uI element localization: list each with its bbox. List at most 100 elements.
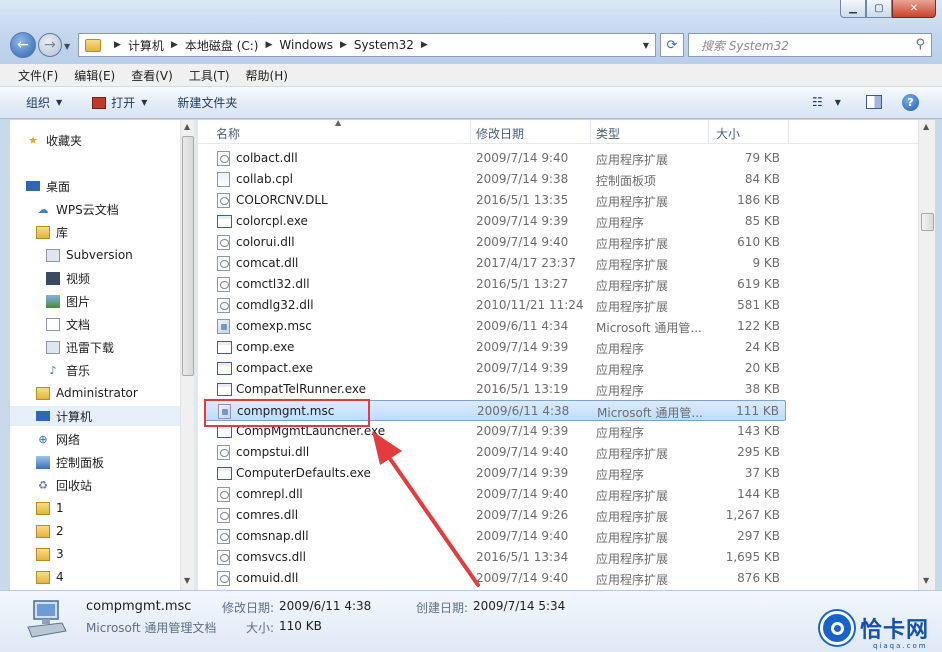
scroll-down-icon[interactable]: ▼ <box>184 576 190 585</box>
breadcrumb-system32[interactable]: System32 <box>354 38 414 52</box>
breadcrumb-computer[interactable]: 计算机 <box>128 37 164 54</box>
download-icon <box>46 340 60 354</box>
file-size: 24 KB <box>744 340 780 354</box>
file-row[interactable]: colbact.dll 2009/7/14 9:40 应用程序扩展 79 KB <box>204 148 786 169</box>
file-name: CompatTelRunner.exe <box>236 382 367 396</box>
open-button[interactable]: 打开 ▼ <box>92 94 147 111</box>
nav-item-wps-cloud[interactable]: ☁ WPS云文档 <box>36 199 119 219</box>
chevron-right-icon[interactable]: ▶ <box>421 40 428 50</box>
file-row[interactable]: comp.exe 2009/7/14 9:39 应用程序 24 KB <box>204 337 786 358</box>
nav-item-label: 桌面 <box>46 179 71 194</box>
file-row[interactable]: comsnap.dll 2009/7/14 9:40 应用程序扩展 297 KB <box>204 526 786 547</box>
scroll-up-icon[interactable]: ▲ <box>184 122 190 131</box>
chevron-right-icon[interactable]: ▶ <box>265 40 272 50</box>
nav-item-network[interactable]: ⊕ 网络 <box>36 429 80 449</box>
menu-edit[interactable]: 编辑(E) <box>66 67 123 84</box>
file-list-scrollbar[interactable]: ▲ ▼ <box>918 120 935 590</box>
library-folder-icon <box>46 248 60 262</box>
nav-item-folder-2[interactable]: 2 <box>36 521 64 541</box>
nav-item-folder-4[interactable]: 4 <box>36 567 64 587</box>
close-button[interactable]: ✕ <box>892 0 936 18</box>
forward-button[interactable]: → <box>38 33 62 57</box>
nav-item-libraries[interactable]: 库 <box>36 222 68 242</box>
nav-item-folder-1[interactable]: 1 <box>36 498 64 518</box>
column-header-name[interactable]: 名称 <box>216 125 240 142</box>
address-bar[interactable]: ▶ 计算机 ▶ 本地磁盘 (C:) ▶ Windows ▶ System32 ▶… <box>78 33 656 57</box>
file-row[interactable]: comexp.msc 2009/6/11 4:34 Microsoft 通用管...… <box>204 316 786 337</box>
breadcrumb-local-disk[interactable]: 本地磁盘 (C:) <box>185 37 259 54</box>
file-type: 应用程序 <box>596 468 645 482</box>
file-row[interactable]: comrepl.dll 2009/7/14 9:40 应用程序扩展 144 KB <box>204 484 786 505</box>
maximize-button[interactable]: ▢ <box>866 0 892 18</box>
scroll-down-icon[interactable]: ▼ <box>923 576 929 585</box>
file-row[interactable]: colorcpl.exe 2009/7/14 9:39 应用程序 85 KB <box>204 211 786 232</box>
chevron-right-icon[interactable]: ▶ <box>171 40 178 50</box>
chevron-down-icon: ▼ <box>56 98 63 107</box>
nav-item-pictures[interactable]: 图片 <box>46 291 90 311</box>
column-header-date[interactable]: 修改日期 <box>476 125 524 142</box>
nav-item-recycle-bin[interactable]: ♻ 回收站 <box>36 475 92 495</box>
file-row[interactable]: CompatTelRunner.exe 2016/5/1 13:19 应用程序 38 … <box>204 379 786 400</box>
nav-item-documents[interactable]: 文档 <box>46 314 90 334</box>
nav-item-folder-3[interactable]: 3 <box>36 544 64 564</box>
navigation-scrollbar[interactable]: ▲ ▼ <box>180 120 194 590</box>
chevron-right-icon[interactable]: ▶ <box>114 40 121 50</box>
file-row[interactable]: comdlg32.dll 2010/11/21 11:24 应用程序扩展 581 KB <box>204 295 786 316</box>
file-size: 581 KB <box>737 298 780 312</box>
file-row[interactable]: comuid.dll 2009/7/14 9:40 应用程序扩展 876 KB <box>204 568 786 589</box>
menu-help[interactable]: 帮助(H) <box>238 67 296 84</box>
file-row[interactable]: collab.cpl 2009/7/14 9:38 控制面板项 84 KB <box>204 169 786 190</box>
file-name: comres.dll <box>236 508 299 522</box>
column-header-size[interactable]: 大小 <box>716 125 740 142</box>
search-icon[interactable]: ⚲ <box>915 37 925 52</box>
file-name: compstui.dll <box>236 445 310 459</box>
nav-item-videos[interactable]: 视频 <box>46 268 90 288</box>
chevron-right-icon[interactable]: ▶ <box>340 40 347 50</box>
change-view-button[interactable]: ☷ ▼ <box>812 95 841 109</box>
file-row[interactable]: comres.dll 2009/7/14 9:26 应用程序扩展 1,267 KB <box>204 505 786 526</box>
nav-item-desktop[interactable]: 桌面 <box>26 176 70 196</box>
column-divider[interactable] <box>470 120 471 144</box>
nav-item-control-panel[interactable]: 控制面板 <box>36 452 104 472</box>
file-row[interactable]: comctl32.dll 2016/5/1 13:27 应用程序扩展 619 KB <box>204 274 786 295</box>
scroll-up-icon[interactable]: ▲ <box>923 122 929 131</box>
column-header-row: ▲ 名称 修改日期 类型 大小 <box>198 120 918 144</box>
nav-item-music[interactable]: ♪ 音乐 <box>46 360 90 380</box>
file-row[interactable]: ComputerDefaults.exe 2009/7/14 9:39 应用程序 37… <box>204 463 786 484</box>
preview-pane-icon[interactable] <box>866 95 882 109</box>
column-divider[interactable] <box>708 120 709 144</box>
breadcrumb-windows[interactable]: Windows <box>279 38 333 52</box>
file-row[interactable]: compstui.dll 2009/7/14 9:40 应用程序扩展 295 KB <box>204 442 786 463</box>
column-header-type[interactable]: 类型 <box>596 125 620 142</box>
menu-file[interactable]: 文件(F) <box>10 67 66 84</box>
organize-label: 组织 <box>26 96 51 110</box>
menu-tools[interactable]: 工具(T) <box>181 67 238 84</box>
menu-view[interactable]: 查看(V) <box>123 67 181 84</box>
nav-item-label: 库 <box>56 225 69 240</box>
file-row[interactable]: comsvcs.dll 2016/5/1 13:34 应用程序扩展 1,695 KB <box>204 547 786 568</box>
nav-item-administrator[interactable]: Administrator <box>36 383 138 403</box>
organize-button[interactable]: 组织 ▼ <box>26 94 62 111</box>
address-dropdown-icon[interactable]: ▼ <box>643 41 649 50</box>
column-divider[interactable] <box>788 120 789 144</box>
file-size: 37 KB <box>744 466 780 480</box>
new-folder-button[interactable]: 新建文件夹 <box>177 94 237 111</box>
file-row[interactable]: colorui.dll 2009/7/14 9:40 应用程序扩展 610 KB <box>204 232 786 253</box>
back-button[interactable]: ← <box>10 32 36 58</box>
refresh-button[interactable]: ⟳ <box>660 33 684 57</box>
recent-pages-dropdown-icon[interactable]: ▼ <box>64 42 70 51</box>
nav-item-thunder-downloads[interactable]: 迅雷下载 <box>46 337 114 357</box>
file-size: 143 KB <box>737 424 780 438</box>
nav-item-subversion[interactable]: Subversion <box>46 245 133 265</box>
nav-item-favorites[interactable]: ★ 收藏夹 <box>26 130 82 150</box>
file-row[interactable]: comcat.dll 2017/4/17 23:37 应用程序扩展 9 KB <box>204 253 786 274</box>
file-row[interactable]: COLORCNV.DLL 2016/5/1 13:35 应用程序扩展 186 KB <box>204 190 786 211</box>
help-icon[interactable]: ? <box>902 94 919 111</box>
minimize-button[interactable]: ▁ <box>840 0 866 18</box>
search-input[interactable]: 搜索 System32 ⚲ <box>688 33 932 57</box>
column-divider[interactable] <box>590 120 591 144</box>
scrollbar-thumb[interactable] <box>182 136 194 376</box>
file-row[interactable]: compact.exe 2009/7/14 9:39 应用程序 20 KB <box>204 358 786 379</box>
scrollbar-thumb[interactable] <box>921 213 934 231</box>
nav-item-computer[interactable]: 计算机 <box>10 406 180 426</box>
